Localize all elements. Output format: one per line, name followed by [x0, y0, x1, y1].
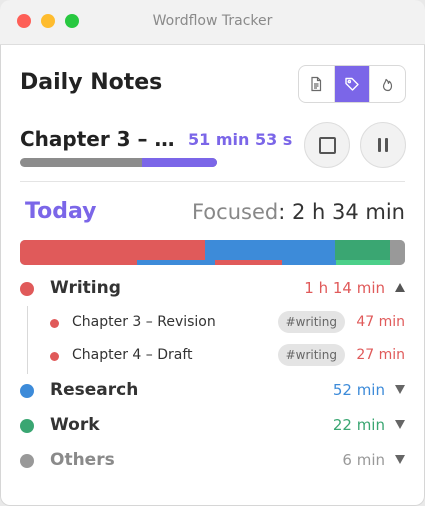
elapsed-time: 51 min 53 s — [188, 130, 293, 149]
tag-view-button[interactable] — [333, 66, 370, 102]
category-duration: 1 h 14 min — [304, 279, 385, 297]
activity-dot — [50, 352, 59, 361]
title-bar: Wordflow Tracker — [0, 0, 425, 45]
session-progress-bar — [20, 158, 217, 167]
activity-tag[interactable]: #writing — [277, 311, 345, 333]
pause-icon — [378, 138, 388, 152]
view-switcher — [298, 65, 406, 103]
activity-row[interactable]: Chapter 4 – Draft #writing 27 min — [50, 344, 405, 368]
timeline-stripe — [137, 260, 215, 265]
expand-chevron-icon[interactable] — [395, 420, 405, 429]
timeline-stripe — [390, 260, 405, 265]
category-dot — [20, 419, 34, 433]
activity-dot — [50, 319, 59, 328]
timeline-stripe — [336, 260, 390, 265]
tag-icon — [345, 77, 359, 91]
stop-icon — [318, 136, 336, 154]
streak-view-button[interactable] — [369, 66, 405, 102]
focused-label: Focused — [191, 200, 279, 224]
pause-button[interactable] — [360, 122, 406, 168]
timeline-stripe — [282, 260, 336, 265]
category-duration: 22 min — [332, 416, 385, 434]
activity-duration: 47 min — [356, 314, 405, 330]
page-title: Daily Notes — [20, 70, 163, 95]
category-row-research[interactable]: Research 52 min — [20, 379, 405, 403]
timeline-stripe — [20, 260, 137, 265]
divider — [20, 181, 405, 182]
document-view-button[interactable] — [299, 66, 334, 102]
collapse-chevron-icon[interactable] — [395, 283, 405, 292]
app-window: Wordflow Tracker Daily Notes Chapter 3 –… — [0, 0, 425, 506]
activity-row[interactable]: Chapter 3 – Revision #writing 47 min — [50, 311, 405, 335]
category-duration: 52 min — [332, 381, 385, 399]
activity-tag[interactable]: #writing — [277, 344, 345, 366]
category-name: Research — [50, 380, 139, 400]
category-name: Writing — [50, 278, 121, 298]
activity-duration: 27 min — [356, 347, 405, 363]
stacked-segment-work — [335, 240, 390, 260]
category-dot — [20, 282, 34, 296]
expand-chevron-icon[interactable] — [395, 385, 405, 394]
focused-value: 2 h 34 min — [291, 200, 405, 224]
stacked-segment-writing — [20, 240, 205, 260]
document-icon — [311, 76, 322, 92]
stacked-segment-research — [205, 240, 335, 260]
category-dot — [20, 384, 34, 398]
tree-connector — [27, 306, 28, 374]
activity-name: Chapter 4 – Draft — [72, 347, 193, 363]
activity-name: Chapter 3 – Revision — [72, 314, 216, 330]
category-name: Others — [50, 450, 115, 470]
flame-icon — [382, 78, 392, 92]
timeline-stripe — [215, 260, 282, 265]
focused-total: Focused: 2 h 34 min — [192, 200, 405, 224]
category-row-work[interactable]: Work 22 min — [20, 414, 405, 438]
category-stacked-bar — [20, 240, 405, 265]
stacked-segment-others — [390, 240, 405, 260]
period-label[interactable]: Today — [25, 199, 96, 224]
focused-separator: : — [278, 200, 286, 224]
expand-chevron-icon[interactable] — [395, 455, 405, 464]
category-name: Work — [50, 415, 100, 435]
session-progress-fill — [142, 158, 217, 167]
stop-button[interactable] — [304, 122, 350, 168]
window-title: Wordflow Tracker — [152, 13, 273, 29]
category-row-writing[interactable]: Writing 1 h 14 min — [20, 277, 405, 301]
current-session-title: Chapter 3 – … — [20, 127, 175, 151]
category-duration: 6 min — [342, 451, 385, 469]
category-dot — [20, 454, 34, 468]
category-row-others[interactable]: Others 6 min — [20, 449, 405, 473]
